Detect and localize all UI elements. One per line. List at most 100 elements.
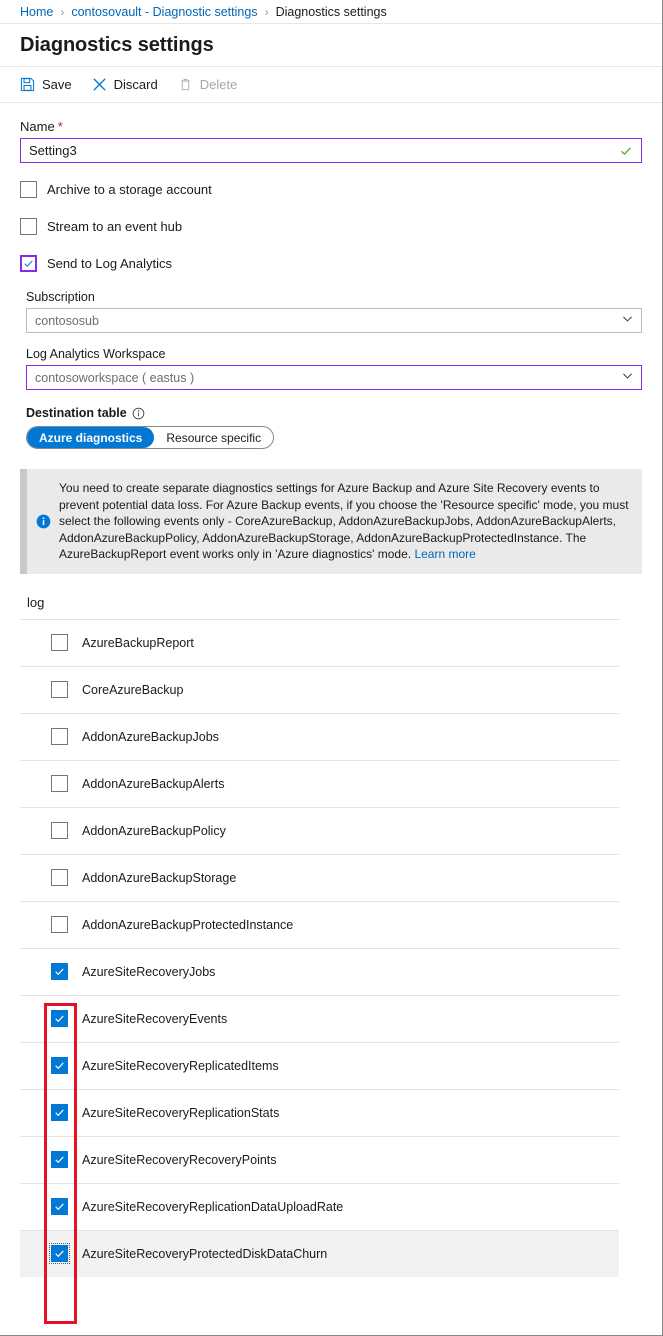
archive-storage-label: Archive to a storage account	[47, 182, 212, 197]
log-row-label: AzureSiteRecoveryReplicationDataUploadRa…	[82, 1199, 344, 1214]
trash-icon	[178, 77, 193, 92]
save-label: Save	[42, 77, 72, 92]
log-row-label: AzureSiteRecoveryReplicationStats	[82, 1105, 280, 1120]
log-row[interactable]: AzureSiteRecoveryRecoveryPoints	[20, 1135, 619, 1183]
log-row[interactable]: AzureSiteRecoveryReplicatedItems	[20, 1041, 619, 1089]
discard-button[interactable]: Discard	[92, 77, 158, 92]
log-row-checkbox[interactable]	[51, 822, 68, 839]
command-bar: Save Discard Delete	[0, 67, 662, 103]
info-banner: You need to create separate diagnostics …	[20, 469, 642, 574]
subscription-label: Subscription	[26, 290, 95, 304]
log-row-checkbox[interactable]	[51, 775, 68, 792]
log-row-checkbox[interactable]	[51, 1057, 68, 1074]
log-category-list: log AzureBackupReport CoreAzureBackup Addo…	[0, 595, 662, 1277]
log-row-label: AddonAzureBackupStorage	[82, 870, 237, 885]
info-icon[interactable]	[132, 407, 145, 420]
chevron-down-icon	[621, 312, 634, 330]
required-marker: *	[57, 119, 63, 134]
name-field-label: Name *	[20, 119, 642, 134]
workspace-label: Log Analytics Workspace	[26, 347, 166, 361]
event-hub-checkbox[interactable]	[20, 218, 37, 235]
subscription-dropdown[interactable]: contososub	[26, 308, 642, 333]
log-analytics-label: Send to Log Analytics	[47, 256, 173, 271]
log-row[interactable]: AddonAzureBackupPolicy	[20, 806, 619, 854]
log-row-label: AzureSiteRecoveryRecoveryPoints	[82, 1152, 277, 1167]
breadcrumb-item-current: Diagnostics settings	[275, 4, 387, 19]
log-row[interactable]: AzureBackupReport	[20, 618, 619, 666]
destination-table-label-row: Destination table	[26, 406, 642, 420]
log-row-label: AzureSiteRecoveryJobs	[82, 964, 216, 979]
event-hub-label: Stream to an event hub	[47, 219, 183, 234]
log-row[interactable]: AzureSiteRecoveryReplicationStats	[20, 1088, 619, 1136]
archive-storage-checkbox[interactable]	[20, 181, 37, 198]
title-bar: Diagnostics settings	[0, 24, 662, 67]
discard-label: Discard	[113, 77, 158, 92]
breadcrumb-item-home[interactable]: Home	[20, 5, 53, 19]
log-row-label: AzureSiteRecoveryProtectedDiskDataChurn	[82, 1246, 328, 1261]
breadcrumb-separator-icon: ›	[60, 4, 65, 19]
log-row-checkbox[interactable]	[51, 634, 68, 651]
banner-accent-bar	[20, 469, 27, 574]
log-row-checkbox[interactable]	[51, 1010, 68, 1027]
page-title: Diagnostics settings	[20, 33, 214, 56]
log-row[interactable]: AzureSiteRecoveryJobs	[20, 947, 619, 995]
breadcrumb-separator-icon: ›	[264, 4, 269, 19]
log-row-label: AzureSiteRecoveryEvents	[82, 1011, 228, 1026]
log-row-checkbox[interactable]	[51, 963, 68, 980]
log-analytics-checkbox[interactable]	[20, 255, 37, 272]
log-row-checkbox[interactable]	[49, 1243, 70, 1264]
log-row[interactable]: AzureSiteRecoveryEvents	[20, 994, 619, 1042]
log-row-label: AddonAzureBackupAlerts	[82, 776, 225, 791]
learn-more-link[interactable]: Learn more	[414, 547, 475, 561]
name-input[interactable]	[29, 143, 619, 158]
log-analytics-options: Subscription contososub Log Analytics Wo…	[20, 290, 642, 449]
breadcrumb-item-contosovault[interactable]: contosovault - Diagnostic settings	[71, 5, 257, 19]
log-row-label: AzureSiteRecoveryReplicatedItems	[82, 1058, 279, 1073]
workspace-dropdown[interactable]: contosoworkspace ( eastus )	[26, 365, 642, 390]
log-row-checkbox[interactable]	[51, 1151, 68, 1168]
log-row-label: AddonAzureBackupProtectedInstance	[82, 917, 294, 932]
log-row[interactable]: AddonAzureBackupAlerts	[20, 759, 619, 807]
log-row-checkbox[interactable]	[51, 681, 68, 698]
chevron-down-icon	[621, 369, 634, 387]
banner-message: You need to create separate diagnostics …	[59, 481, 629, 561]
archive-storage-row[interactable]: Archive to a storage account	[20, 181, 642, 198]
log-row-label: AzureBackupReport	[82, 635, 194, 650]
log-rows-container: AzureBackupReport CoreAzureBackup AddonAzu…	[0, 618, 662, 1277]
log-row-checkbox[interactable]	[51, 728, 68, 745]
event-hub-row[interactable]: Stream to an event hub	[20, 218, 642, 235]
log-row-checkbox[interactable]	[51, 916, 68, 933]
save-button[interactable]: Save	[20, 77, 72, 92]
info-circle-icon	[36, 514, 51, 529]
close-icon	[92, 77, 107, 92]
delete-label: Delete	[199, 77, 238, 92]
log-row[interactable]: AzureSiteRecoveryProtectedDiskDataChurn	[20, 1229, 619, 1277]
log-row[interactable]: CoreAzureBackup	[20, 665, 619, 713]
subscription-value: contososub	[35, 313, 99, 328]
destination-option-resource-specific[interactable]: Resource specific	[154, 427, 273, 448]
banner-icon-wrapper	[27, 469, 59, 574]
log-row-checkbox[interactable]	[51, 869, 68, 886]
name-input-wrapper[interactable]	[20, 138, 642, 163]
log-row-label: AddonAzureBackupJobs	[82, 729, 219, 744]
breadcrumb: Home › contosovault - Diagnostic setting…	[0, 0, 662, 24]
workspace-value: contosoworkspace ( eastus )	[35, 370, 195, 385]
save-icon	[20, 77, 35, 92]
log-row-checkbox[interactable]	[51, 1198, 68, 1215]
log-row-label: CoreAzureBackup	[82, 682, 184, 697]
log-analytics-row[interactable]: Send to Log Analytics	[20, 255, 642, 272]
destination-option-azure-diagnostics[interactable]: Azure diagnostics	[27, 427, 155, 448]
log-row-checkbox[interactable]	[51, 1104, 68, 1121]
log-row[interactable]: AddonAzureBackupProtectedInstance	[20, 900, 619, 948]
diagnostics-settings-page: Home › contosovault - Diagnostic setting…	[0, 0, 663, 1336]
log-row[interactable]: AzureSiteRecoveryReplicationDataUploadRa…	[20, 1182, 619, 1230]
validation-check-icon	[619, 144, 633, 158]
log-row[interactable]: AddonAzureBackupJobs	[20, 712, 619, 760]
destination-table-toggle[interactable]: Azure diagnostics Resource specific	[26, 426, 275, 449]
settings-form: Name * Archive to a storage account Stre…	[0, 103, 662, 449]
delete-button: Delete	[178, 77, 238, 92]
log-row[interactable]: AddonAzureBackupStorage	[20, 853, 619, 901]
name-label-text: Name	[20, 119, 55, 134]
destination-table-label: Destination table	[26, 406, 127, 420]
log-list-header: log	[27, 594, 45, 610]
